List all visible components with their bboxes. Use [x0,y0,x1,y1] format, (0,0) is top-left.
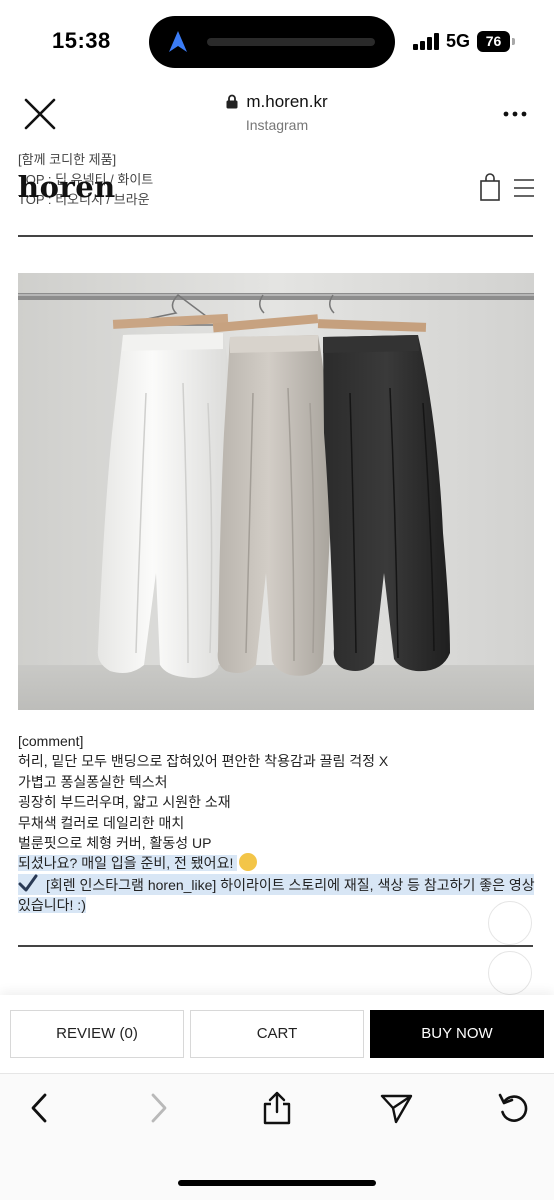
check-mark-icon [18,874,38,892]
source-label: Instagram [245,117,309,133]
home-indicator [178,1180,376,1186]
address-bar[interactable]: m.horen.kr [0,92,554,112]
buy-now-button[interactable]: BUY NOW [370,1010,544,1058]
send-icon[interactable] [378,1090,414,1126]
note-line: [회렌 인스타그램 horen_like] 하이라이트 스토리에 재질, 색상 … [18,873,535,896]
share-icon[interactable] [259,1090,295,1126]
comment-line: 굉장히 부드러우며, 얇고 시원한 소재 [18,794,231,811]
product-comment: [comment] 허리, 밑단 모두 밴딩으로 잡혀있어 편안한 착용감과 끌… [18,731,535,916]
header-divider [18,235,533,237]
content-divider [18,945,533,947]
review-button[interactable]: REVIEW (0) [10,1010,184,1058]
product-photo-illustration [18,273,534,710]
highlight-line: 되셨나요? 매일 입을 준비, 전 됐어요! [18,855,234,872]
reload-icon[interactable] [496,1090,532,1126]
url-text: m.horen.kr [246,92,328,111]
floating-action-button[interactable] [488,901,532,945]
chevron-right-icon[interactable] [140,1090,176,1126]
comment-line: 가볍고 퐁실퐁실한 텍스처 [18,773,168,790]
floating-action-button[interactable] [488,951,532,995]
chevron-left-icon[interactable] [22,1090,58,1126]
hamburger-menu-icon[interactable] [513,178,535,198]
product-photo [18,273,534,710]
cellular-signal-icon [413,33,441,50]
site-logo[interactable]: horen [18,170,116,204]
comment-line: 벌룬핏으로 체형 커버, 활동성 UP [18,835,212,852]
lock-icon [226,94,238,108]
related-heading: [함께 코디한 제품] [18,152,117,167]
dynamic-island [149,16,395,68]
network-type: 5G [446,31,471,51]
note-text: 있습니다! :) [18,897,86,914]
battery-tip [512,38,515,45]
location-arrow-icon [169,31,187,52]
more-icon[interactable] [500,104,530,124]
note-text: [회렌 인스타그램 horen_like] 하이라이트 스토리에 재질, 색상 … [46,876,535,893]
comment-line: 무채색 컬러로 데일리한 매치 [18,814,185,831]
status-time: 15:38 [52,28,111,53]
shopping-bag-icon[interactable] [479,173,501,201]
battery-icon: 76 [477,31,510,52]
cart-button[interactable]: CART [190,1010,364,1058]
comment-title: [comment] [18,733,84,749]
comment-line: 허리, 밑단 모두 밴딩으로 잡혀있어 편안한 착용감과 끌림 걱정 X [18,753,389,770]
status-bar: 15:38 5G 76 [0,0,554,86]
island-activity-bar [207,38,375,46]
smiling-face-icon [239,853,258,872]
